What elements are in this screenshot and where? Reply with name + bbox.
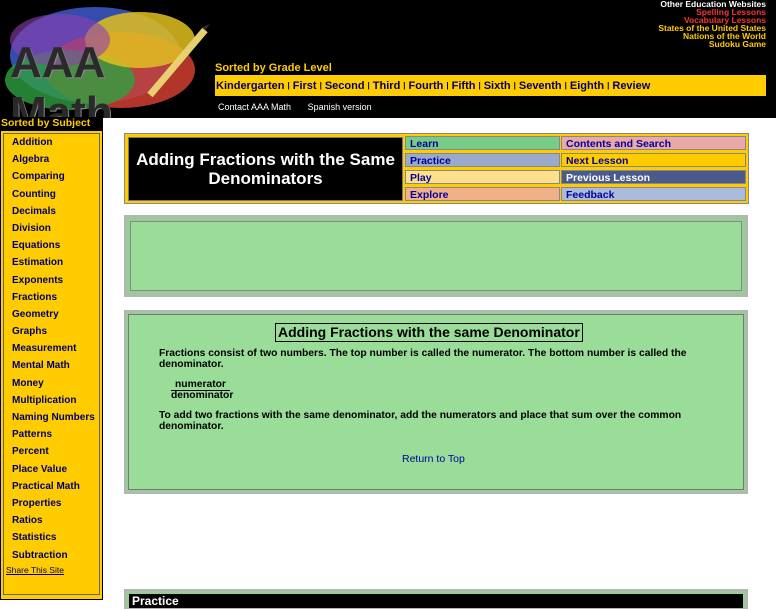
subject-link-decimals[interactable]: Decimals (4, 203, 99, 220)
nav-play[interactable]: Play (405, 170, 560, 184)
ad-panel (124, 215, 748, 297)
subject-link-comparing[interactable]: Comparing (4, 168, 99, 185)
subject-link-place-value[interactable]: Place Value (4, 461, 99, 478)
other-links: Other Education Websites Spelling Lessons… (658, 0, 766, 48)
other-link-sudoku-game[interactable]: Sudoku Game (658, 40, 766, 49)
grade-link-fourth[interactable]: Fourth (409, 80, 444, 92)
subject-link-algebra[interactable]: Algebra (4, 151, 99, 168)
grade-separator: | (607, 81, 610, 90)
grade-link-sixth[interactable]: Sixth (484, 80, 511, 92)
nav-contents-search[interactable]: Contents and Search (561, 136, 746, 150)
subject-link-fractions[interactable]: Fractions (4, 289, 99, 306)
grade-separator: | (367, 81, 370, 90)
grade-separator: | (564, 81, 567, 90)
lesson-title: Adding Fractions with the same Denominat… (275, 323, 583, 342)
lesson-nav-table: Adding Fractions with the Same Denominat… (124, 133, 749, 204)
nav-learn[interactable]: Learn (405, 136, 560, 150)
grade-separator: | (319, 81, 322, 90)
grade-link-review[interactable]: Review (612, 80, 650, 92)
nav-practice[interactable]: Practice (405, 153, 560, 167)
contact-row: Contact AAA Math Spanish version (218, 102, 386, 112)
subject-link-percent[interactable]: Percent (4, 443, 99, 460)
grade-separator: | (446, 81, 449, 90)
grade-link-eighth[interactable]: Eighth (570, 80, 604, 92)
spanish-version-link[interactable]: Spanish version (308, 102, 372, 112)
logo-text: AAA Math (10, 38, 113, 118)
subject-link-counting[interactable]: Counting (4, 186, 99, 203)
site-logo[interactable]: AAA Math (0, 0, 214, 118)
nav-previous-lesson[interactable]: Previous Lesson (561, 170, 746, 184)
grade-heading: Sorted by Grade Level (215, 62, 332, 74)
subject-link-naming-numbers[interactable]: Naming Numbers (4, 409, 99, 426)
subject-sidebar: Addition Algebra Comparing Counting Decimals… (0, 130, 103, 600)
grade-separator: | (287, 81, 290, 90)
grade-link-fifth[interactable]: Fifth (452, 80, 476, 92)
subject-link-ratios[interactable]: Ratios (4, 512, 99, 529)
grade-link-first[interactable]: First (293, 80, 317, 92)
nav-feedback[interactable]: Feedback (561, 187, 746, 201)
page-title: Adding Fractions with the Same Denominat… (128, 137, 403, 201)
subject-link-properties[interactable]: Properties (4, 495, 99, 512)
ad-inner-panel (130, 221, 742, 291)
practice-panel: Practice (124, 589, 748, 609)
subject-link-estimation[interactable]: Estimation (4, 254, 99, 271)
contact-link[interactable]: Contact AAA Math (218, 102, 291, 112)
return-to-top-link[interactable]: Return to Top (402, 453, 465, 465)
share-site-link[interactable]: Share This Site (4, 565, 99, 575)
grade-separator: | (403, 81, 406, 90)
grade-separator: | (478, 81, 481, 90)
fraction-denominator: denominator (171, 390, 234, 401)
practice-heading: Practice (129, 594, 743, 608)
subject-link-multiplication[interactable]: Multiplication (4, 392, 99, 409)
nav-next-lesson[interactable]: Next Lesson (561, 153, 746, 167)
grade-nav-bar: Kindergarten | First | Second | Third | Fourth | F… (215, 75, 766, 96)
subject-link-graphs[interactable]: Graphs (4, 323, 99, 340)
subject-link-subtraction[interactable]: Subtraction (4, 547, 99, 564)
nav-explore[interactable]: Explore (405, 187, 560, 201)
subject-link-money[interactable]: Money (4, 375, 99, 392)
subject-link-mental-math[interactable]: Mental Math (4, 357, 99, 374)
subject-link-measurement[interactable]: Measurement (4, 340, 99, 357)
grade-link-kindergarten[interactable]: Kindergarten (216, 80, 284, 92)
site-header: AAA Math Other Education Websites Spellin… (0, 0, 776, 118)
grade-separator: | (513, 81, 516, 90)
subject-link-equations[interactable]: Equations (4, 237, 99, 254)
subject-link-addition[interactable]: Addition (4, 134, 99, 151)
subject-heading: Sorted by Subject (0, 117, 103, 130)
lesson-paragraph-1: Fractions consist of two numbers. The to… (159, 348, 687, 370)
subject-link-statistics[interactable]: Statistics (4, 529, 99, 546)
grade-link-third[interactable]: Third (373, 80, 401, 92)
lesson-paragraph-2: To add two fractions with the same denom… (159, 410, 682, 432)
grade-link-seventh[interactable]: Seventh (519, 80, 562, 92)
subject-link-geometry[interactable]: Geometry (4, 306, 99, 323)
subject-link-division[interactable]: Division (4, 220, 99, 237)
subject-link-practical-math[interactable]: Practical Math (4, 478, 99, 495)
subject-link-exponents[interactable]: Exponents (4, 272, 99, 289)
subject-link-patterns[interactable]: Patterns (4, 426, 99, 443)
grade-link-second[interactable]: Second (325, 80, 365, 92)
subject-list: Addition Algebra Comparing Counting Decimals… (3, 133, 100, 595)
